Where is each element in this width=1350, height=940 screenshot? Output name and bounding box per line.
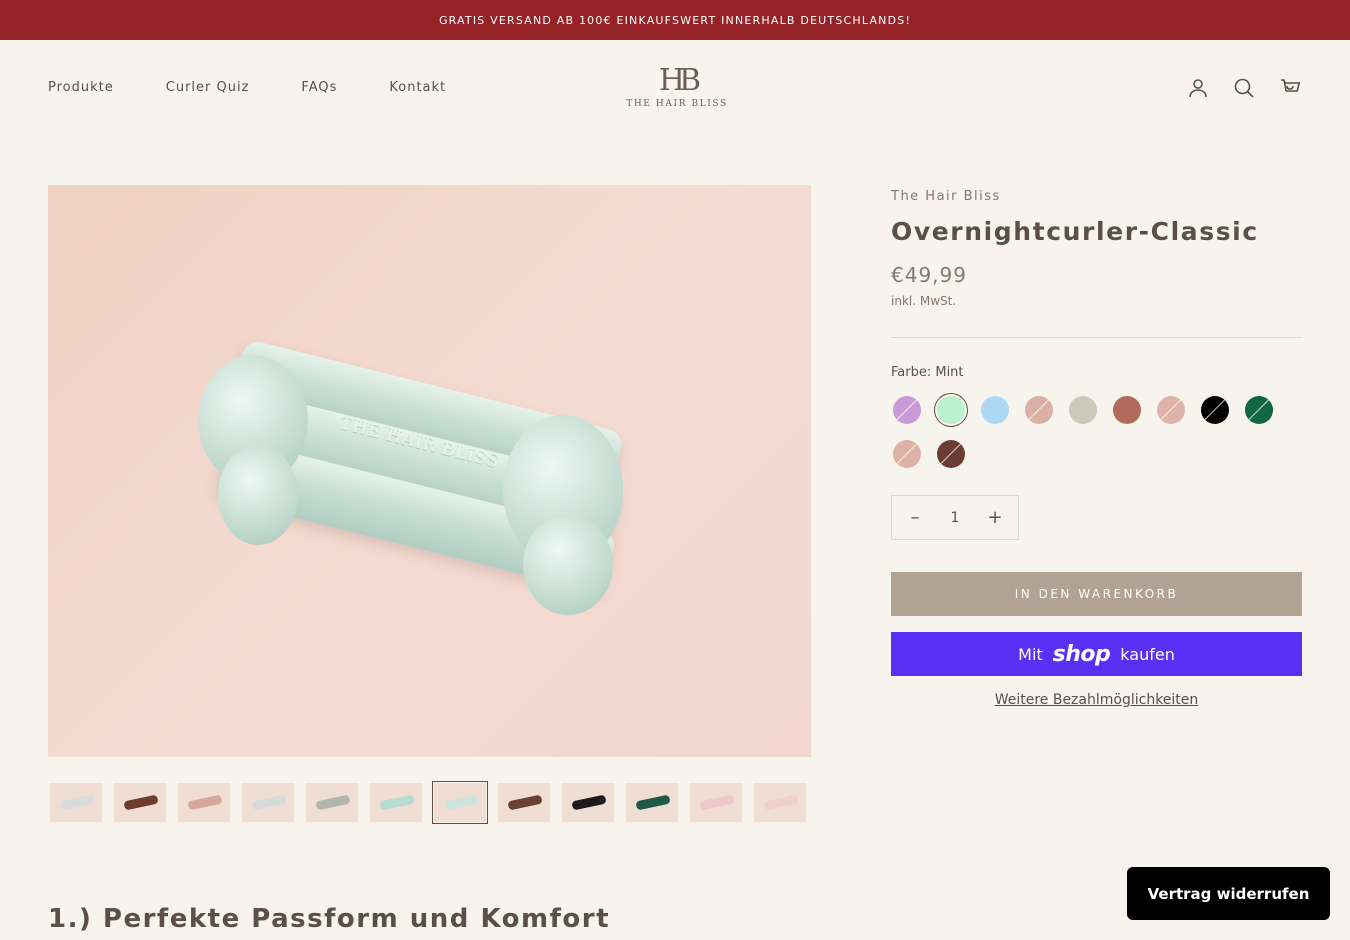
announcement-text: GRATIS VERSAND AB 100€ EINKAUFSWERT INNE…	[438, 13, 912, 27]
product-thumbnail[interactable]	[626, 783, 678, 822]
product-title: Overnightcurler-Classic	[891, 217, 1259, 246]
thumbnail-curler	[187, 794, 223, 811]
thumbnail-curler	[251, 794, 287, 811]
color-swatch[interactable]	[1245, 396, 1273, 424]
decrease-button[interactable]: –	[906, 507, 924, 528]
shop-pay-prefix: Mit	[1018, 644, 1043, 664]
thumbnail-curler	[123, 794, 159, 811]
product-thumbnail[interactable]	[50, 783, 102, 822]
color-swatches	[893, 396, 1293, 468]
thumbnail-curler	[507, 794, 543, 811]
color-swatch[interactable]	[1157, 396, 1185, 424]
thumbnail-curler	[763, 794, 799, 811]
thumbnail-curler	[571, 794, 607, 811]
product-price: €49,99	[891, 263, 967, 287]
product-thumbnail[interactable]	[432, 781, 488, 824]
product-main-image[interactable]: THE HAIR BLISS	[48, 185, 811, 757]
cart-icon[interactable]	[1278, 76, 1302, 100]
product-vendor[interactable]: The Hair Bliss	[891, 189, 1001, 204]
increase-button[interactable]: +	[986, 507, 1004, 528]
logo-monogram: HB	[658, 63, 701, 98]
logo-wordmark: THE HAIR BLISS	[626, 99, 728, 109]
account-icon[interactable]	[1186, 76, 1210, 100]
nav-item-produkte[interactable]: Produkte	[48, 80, 114, 95]
product-thumbnail[interactable]	[178, 783, 230, 822]
section-heading: 1.) Perfekte Passform und Komfort	[48, 904, 611, 934]
announcement-bar: GRATIS VERSAND AB 100€ EINKAUFSWERT INNE…	[0, 0, 1350, 40]
thumbnail-curler	[443, 794, 479, 811]
more-payment-options-link[interactable]: Weitere Bezahlmöglichkeiten	[891, 692, 1302, 708]
thumbnail-strip	[50, 781, 806, 824]
scrunchie	[523, 515, 613, 615]
thumbnail-curler	[635, 794, 671, 811]
scrunchie	[218, 445, 298, 545]
color-swatch[interactable]	[1113, 396, 1141, 424]
color-swatch[interactable]	[1025, 396, 1053, 424]
tax-note: inkl. MwSt.	[891, 294, 957, 308]
product-thumbnail[interactable]	[690, 783, 742, 822]
product-thumbnail[interactable]	[370, 783, 422, 822]
shop-pay-logo: shop	[1052, 641, 1111, 667]
site-logo[interactable]: HB THE HAIR BLISS	[626, 66, 728, 110]
add-to-cart-button[interactable]: IN DEN WARENKORB	[891, 572, 1302, 616]
divider	[891, 337, 1302, 338]
color-label: Farbe: Mint	[891, 365, 964, 380]
nav-item-faqs[interactable]: FAQs	[301, 80, 337, 95]
color-swatch[interactable]	[893, 396, 921, 424]
product-thumbnail[interactable]	[562, 783, 614, 822]
thumbnail-curler	[59, 794, 95, 811]
nav-item-curler-quiz[interactable]: Curler Quiz	[166, 80, 250, 95]
color-swatch[interactable]	[1069, 396, 1097, 424]
shop-pay-suffix: kaufen	[1120, 644, 1175, 664]
product-thumbnail[interactable]	[498, 783, 550, 822]
main-nav: Produkte Curler Quiz FAQs Kontakt	[48, 80, 446, 95]
quantity-value[interactable]: 1	[951, 510, 960, 526]
color-swatch[interactable]	[893, 440, 921, 468]
header-icons	[1186, 76, 1302, 100]
shop-pay-button[interactable]: Mit shop kaufen	[891, 632, 1302, 676]
product-thumbnail[interactable]	[114, 783, 166, 822]
color-swatch[interactable]	[981, 396, 1009, 424]
color-swatch[interactable]	[937, 396, 965, 424]
thumbnail-curler	[379, 794, 415, 811]
nav-item-kontakt[interactable]: Kontakt	[389, 80, 446, 95]
product-thumbnail[interactable]	[754, 783, 806, 822]
thumbnail-curler	[699, 794, 735, 811]
quantity-stepper: – 1 +	[891, 495, 1019, 540]
thumbnail-curler	[315, 794, 351, 811]
color-swatch[interactable]	[1201, 396, 1229, 424]
product-thumbnail[interactable]	[306, 783, 358, 822]
revoke-contract-button[interactable]: Vertrag widerrufen	[1127, 867, 1330, 920]
search-icon[interactable]	[1232, 76, 1256, 100]
product-thumbnail[interactable]	[242, 783, 294, 822]
color-swatch[interactable]	[937, 440, 965, 468]
